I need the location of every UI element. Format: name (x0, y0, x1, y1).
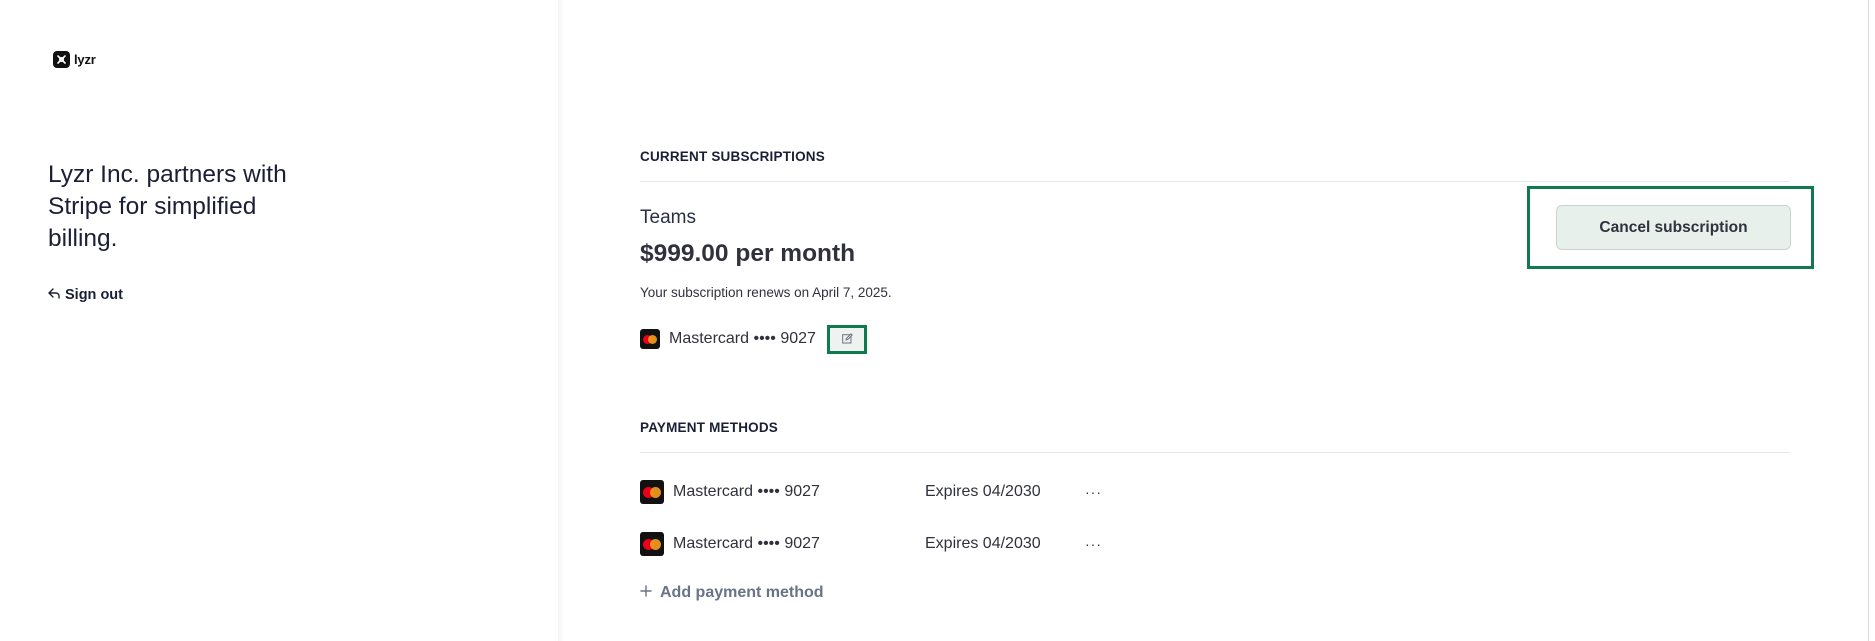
left-pane: lyzr Lyzr Inc. partners with Stripe for … (0, 0, 558, 641)
mastercard-icon (640, 329, 660, 349)
current-subscriptions-heading: CURRENT SUBSCRIPTIONS (640, 149, 825, 164)
brand-logo[interactable]: lyzr (53, 51, 96, 68)
add-payment-method-button[interactable]: Add payment method (640, 584, 824, 602)
plan-price: $999.00 per month (640, 240, 856, 267)
logo-text: lyzr (74, 52, 96, 67)
edit-payment-button[interactable] (827, 325, 867, 354)
payment-method-label: Mastercard •••• 9027 (673, 483, 820, 500)
plan-name: Teams (640, 207, 696, 228)
sign-out-label: Sign out (65, 287, 123, 303)
payment-method-row[interactable]: Mastercard •••• 9027 Expires 04/2030 ··· (640, 480, 1102, 504)
divider (640, 181, 1790, 182)
renewal-text: Your subscription renews on April 7, 202… (640, 285, 892, 300)
cancel-subscription-button[interactable]: Cancel subscription (1556, 205, 1791, 250)
card-label: Mastercard •••• 9027 (669, 330, 816, 347)
mastercard-icon (640, 532, 664, 556)
sign-out-link[interactable]: Sign out (48, 287, 123, 303)
back-arrow-icon (48, 287, 60, 303)
more-options-icon[interactable]: ··· (1085, 484, 1102, 500)
divider (640, 452, 1790, 453)
edit-icon (841, 331, 853, 349)
scrollbar[interactable] (1868, 0, 1875, 641)
subscription-payment-card: Mastercard •••• 9027 (640, 329, 816, 349)
plus-icon (640, 584, 652, 602)
mastercard-icon (640, 480, 664, 504)
payment-method-row[interactable]: Mastercard •••• 9027 Expires 04/2030 ··· (640, 532, 1102, 556)
lyzr-logo-icon (53, 51, 70, 68)
payment-method-expiry: Expires 04/2030 (925, 483, 1041, 500)
more-options-icon[interactable]: ··· (1085, 536, 1102, 552)
payment-method-label: Mastercard •••• 9027 (673, 535, 820, 552)
payment-method-expiry: Expires 04/2030 (925, 535, 1041, 552)
tagline: Lyzr Inc. partners with Stripe for simpl… (48, 161, 287, 252)
add-payment-method-label: Add payment method (660, 584, 824, 601)
payment-methods-heading: PAYMENT METHODS (640, 420, 779, 435)
